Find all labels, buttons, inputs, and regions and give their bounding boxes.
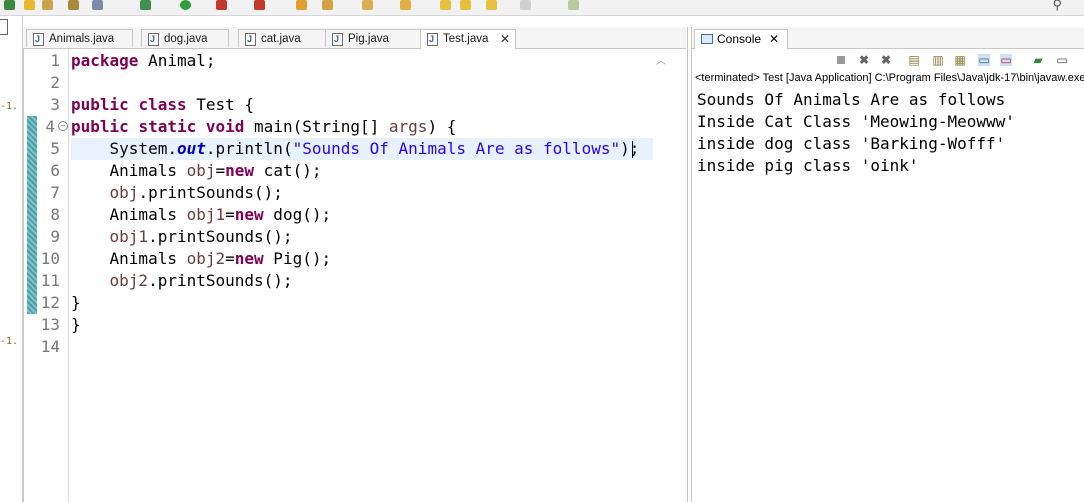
tab-console[interactable]: Console ✕ bbox=[694, 29, 788, 49]
tab-test-java[interactable]: Test.java✕ bbox=[420, 29, 516, 49]
console-view: Console ✕ ✖ ✖ ▤ ▥ ▦ ▭ ▭ ▰ ▭ <terminated>… bbox=[691, 27, 1084, 502]
close-icon[interactable]: ✕ bbox=[769, 30, 779, 48]
open-perspective-icon[interactable] bbox=[568, 0, 579, 10]
display-console-icon[interactable]: ▭ bbox=[1056, 54, 1068, 66]
line-number: 4 bbox=[45, 117, 55, 136]
java-file-icon bbox=[148, 30, 159, 48]
line-number: 13 bbox=[40, 315, 60, 334]
code-line[interactable]: 1 package Animal; bbox=[40, 50, 652, 72]
tab-animals-java[interactable]: Animals.java bbox=[26, 29, 133, 48]
new-icon[interactable] bbox=[4, 0, 15, 10]
prev-edit-icon[interactable] bbox=[486, 0, 497, 10]
tab-cat-java[interactable]: cat.java bbox=[238, 29, 326, 48]
close-icon[interactable]: ✕ bbox=[500, 30, 510, 48]
debug-icon[interactable] bbox=[140, 0, 151, 10]
java-file-icon bbox=[427, 30, 438, 48]
new-java-project-icon[interactable] bbox=[296, 0, 307, 10]
search-tool-icon[interactable] bbox=[362, 0, 373, 10]
word-wrap-icon[interactable]: ▦ bbox=[954, 54, 966, 66]
java-file-icon bbox=[245, 30, 256, 48]
code-line[interactable]: 11 obj2.printSounds(); bbox=[40, 270, 652, 292]
code-line[interactable]: 14 bbox=[40, 336, 652, 358]
code-line[interactable]: 3 public class Test { bbox=[40, 94, 652, 116]
editor-tab-bar: Animals.java dog.java cat.java Pig.java … bbox=[23, 27, 686, 49]
open-type-icon[interactable] bbox=[322, 0, 333, 10]
terminate-icon[interactable] bbox=[835, 54, 847, 66]
forward-icon[interactable] bbox=[460, 0, 471, 10]
minimized-view-icon[interactable] bbox=[0, 19, 8, 35]
java-file-icon bbox=[332, 30, 343, 48]
change-marker-bar bbox=[27, 116, 37, 314]
console-tab-bar: Console ✕ bbox=[692, 27, 1084, 49]
console-output-line: inside pig class 'oink' bbox=[697, 156, 919, 175]
scroll-lock-icon[interactable]: ▥ bbox=[932, 54, 944, 66]
line-number: 8 bbox=[50, 205, 60, 224]
scroll-up-icon[interactable]: ︿ bbox=[656, 52, 666, 67]
line-number: 7 bbox=[50, 183, 60, 202]
line-number: 5 bbox=[50, 139, 60, 158]
edit-icon[interactable] bbox=[24, 0, 35, 10]
line-number: 9 bbox=[50, 227, 60, 246]
code-line[interactable]: 4 public static void main(String[] args) … bbox=[40, 116, 652, 138]
left-strip-mark-2: -1. bbox=[0, 336, 19, 347]
save-all-icon[interactable] bbox=[68, 0, 79, 10]
save-icon[interactable] bbox=[42, 0, 53, 10]
pin-console-icon[interactable]: ▰ bbox=[1032, 54, 1044, 66]
code-line[interactable]: 13} bbox=[40, 314, 652, 336]
code-line[interactable]: 10 Animals obj2=new Pig(); bbox=[40, 248, 652, 270]
console-output-line: inside dog class 'Barking-Wofff' bbox=[697, 134, 1006, 153]
code-line[interactable]: 8 Animals obj1=new dog(); bbox=[40, 204, 652, 226]
run-icon[interactable] bbox=[180, 0, 191, 10]
line-number: 1 bbox=[50, 51, 60, 70]
code-line[interactable]: 6 Animals obj=new cat(); bbox=[40, 160, 652, 182]
search-icon[interactable]: ⚲ bbox=[1052, 0, 1062, 13]
main-toolbar: ⚲ bbox=[0, 0, 1084, 16]
clear-console-icon[interactable]: ▤ bbox=[908, 54, 920, 66]
show-on-error-icon[interactable]: ▭ bbox=[1000, 54, 1012, 66]
line-number: 11 bbox=[40, 271, 60, 290]
print-icon[interactable] bbox=[92, 0, 103, 10]
code-line[interactable]: 5 System.out.println("Sounds Of Animals … bbox=[40, 138, 652, 160]
console-icon bbox=[701, 34, 713, 44]
line-number: 10 bbox=[40, 249, 60, 268]
console-toolbar: ✖ ✖ ▤ ▥ ▦ ▭ ▭ ▰ ▭ bbox=[692, 49, 1084, 71]
line-number: 3 bbox=[50, 95, 60, 114]
tab-dog-java[interactable]: dog.java bbox=[141, 29, 229, 48]
remove-all-terminated-icon[interactable]: ✖ bbox=[880, 54, 892, 66]
remove-launch-icon[interactable]: ✖ bbox=[858, 54, 870, 66]
left-strip-mark-1: -1. bbox=[0, 101, 19, 112]
annotation-icon[interactable] bbox=[400, 0, 411, 10]
code-line[interactable]: 2 bbox=[40, 72, 652, 94]
line-number: 6 bbox=[50, 161, 60, 180]
tab-pig-java[interactable]: Pig.java bbox=[325, 29, 421, 48]
code-line[interactable]: 12} bbox=[40, 292, 652, 314]
coverage-icon[interactable] bbox=[216, 0, 227, 10]
java-file-icon bbox=[33, 30, 44, 48]
external-tools-icon[interactable] bbox=[254, 0, 265, 10]
line-number: 2 bbox=[50, 73, 60, 92]
console-output-line: Inside Cat Class 'Meowing-Meowww' bbox=[697, 112, 1015, 131]
console-output-line: Sounds Of Animals Are as follows bbox=[697, 90, 1006, 109]
line-number: 12 bbox=[40, 293, 60, 312]
code-line[interactable]: 7 obj.printSounds(); bbox=[40, 182, 652, 204]
left-side-panel: -1. -1. bbox=[0, 16, 23, 502]
back-icon[interactable] bbox=[440, 0, 451, 10]
code-line[interactable]: 9 obj1.printSounds(); bbox=[40, 226, 652, 248]
next-edit-icon[interactable] bbox=[520, 0, 531, 10]
show-on-output-icon[interactable]: ▭ bbox=[978, 54, 990, 66]
console-status: <terminated> Test [Java Application] C:\… bbox=[695, 72, 1084, 84]
line-number: 14 bbox=[40, 337, 60, 356]
